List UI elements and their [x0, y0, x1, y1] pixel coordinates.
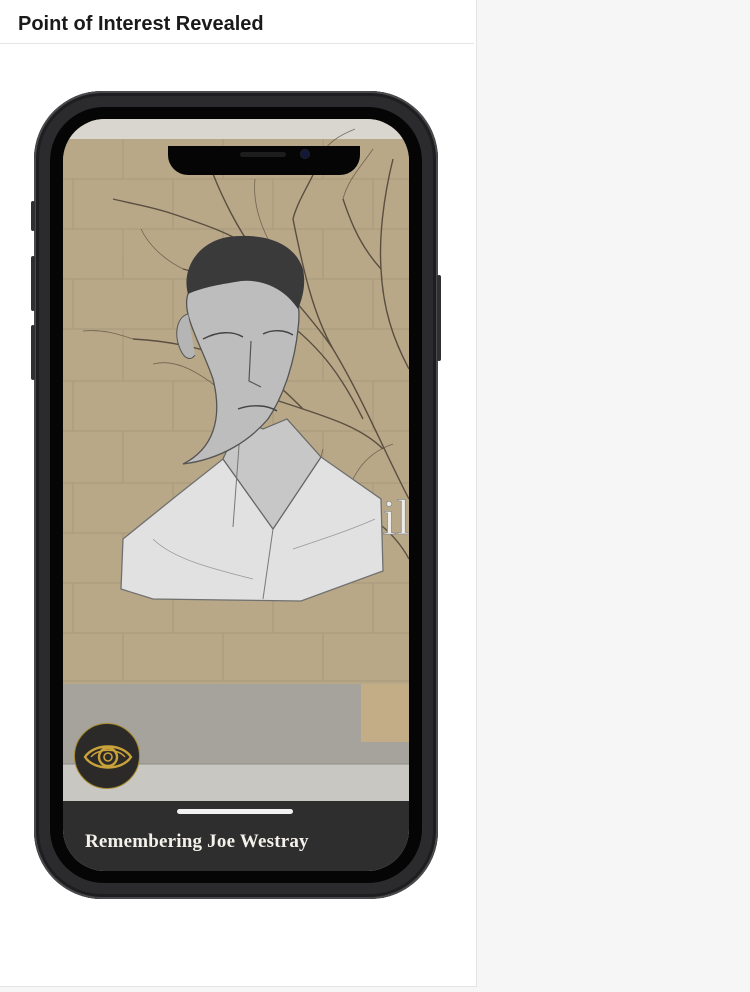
phone-silent-switch: [31, 201, 35, 231]
phone-mockup: Mobile: [31, 91, 441, 899]
phone-speaker: [240, 152, 286, 157]
phone-screen: Mobile: [63, 119, 409, 871]
preview-panel: Point of Interest Revealed Remembering J…: [0, 0, 477, 987]
panel-header: Point of Interest Revealed: [0, 0, 474, 44]
poi-caption: Remembering Joe Westray: [85, 831, 309, 852]
home-indicator[interactable]: [177, 809, 293, 814]
phone-power-button: [437, 275, 441, 361]
caption-bar: Remembering Joe Westray: [63, 801, 409, 871]
phone-volume-up: [31, 256, 35, 311]
front-camera-icon: [301, 150, 309, 158]
phone-notch: [168, 146, 360, 175]
reveal-button[interactable]: [74, 723, 140, 789]
phone-volume-down: [31, 325, 35, 380]
page-title: Point of Interest Revealed: [18, 13, 264, 35]
eye-icon: [83, 745, 133, 769]
